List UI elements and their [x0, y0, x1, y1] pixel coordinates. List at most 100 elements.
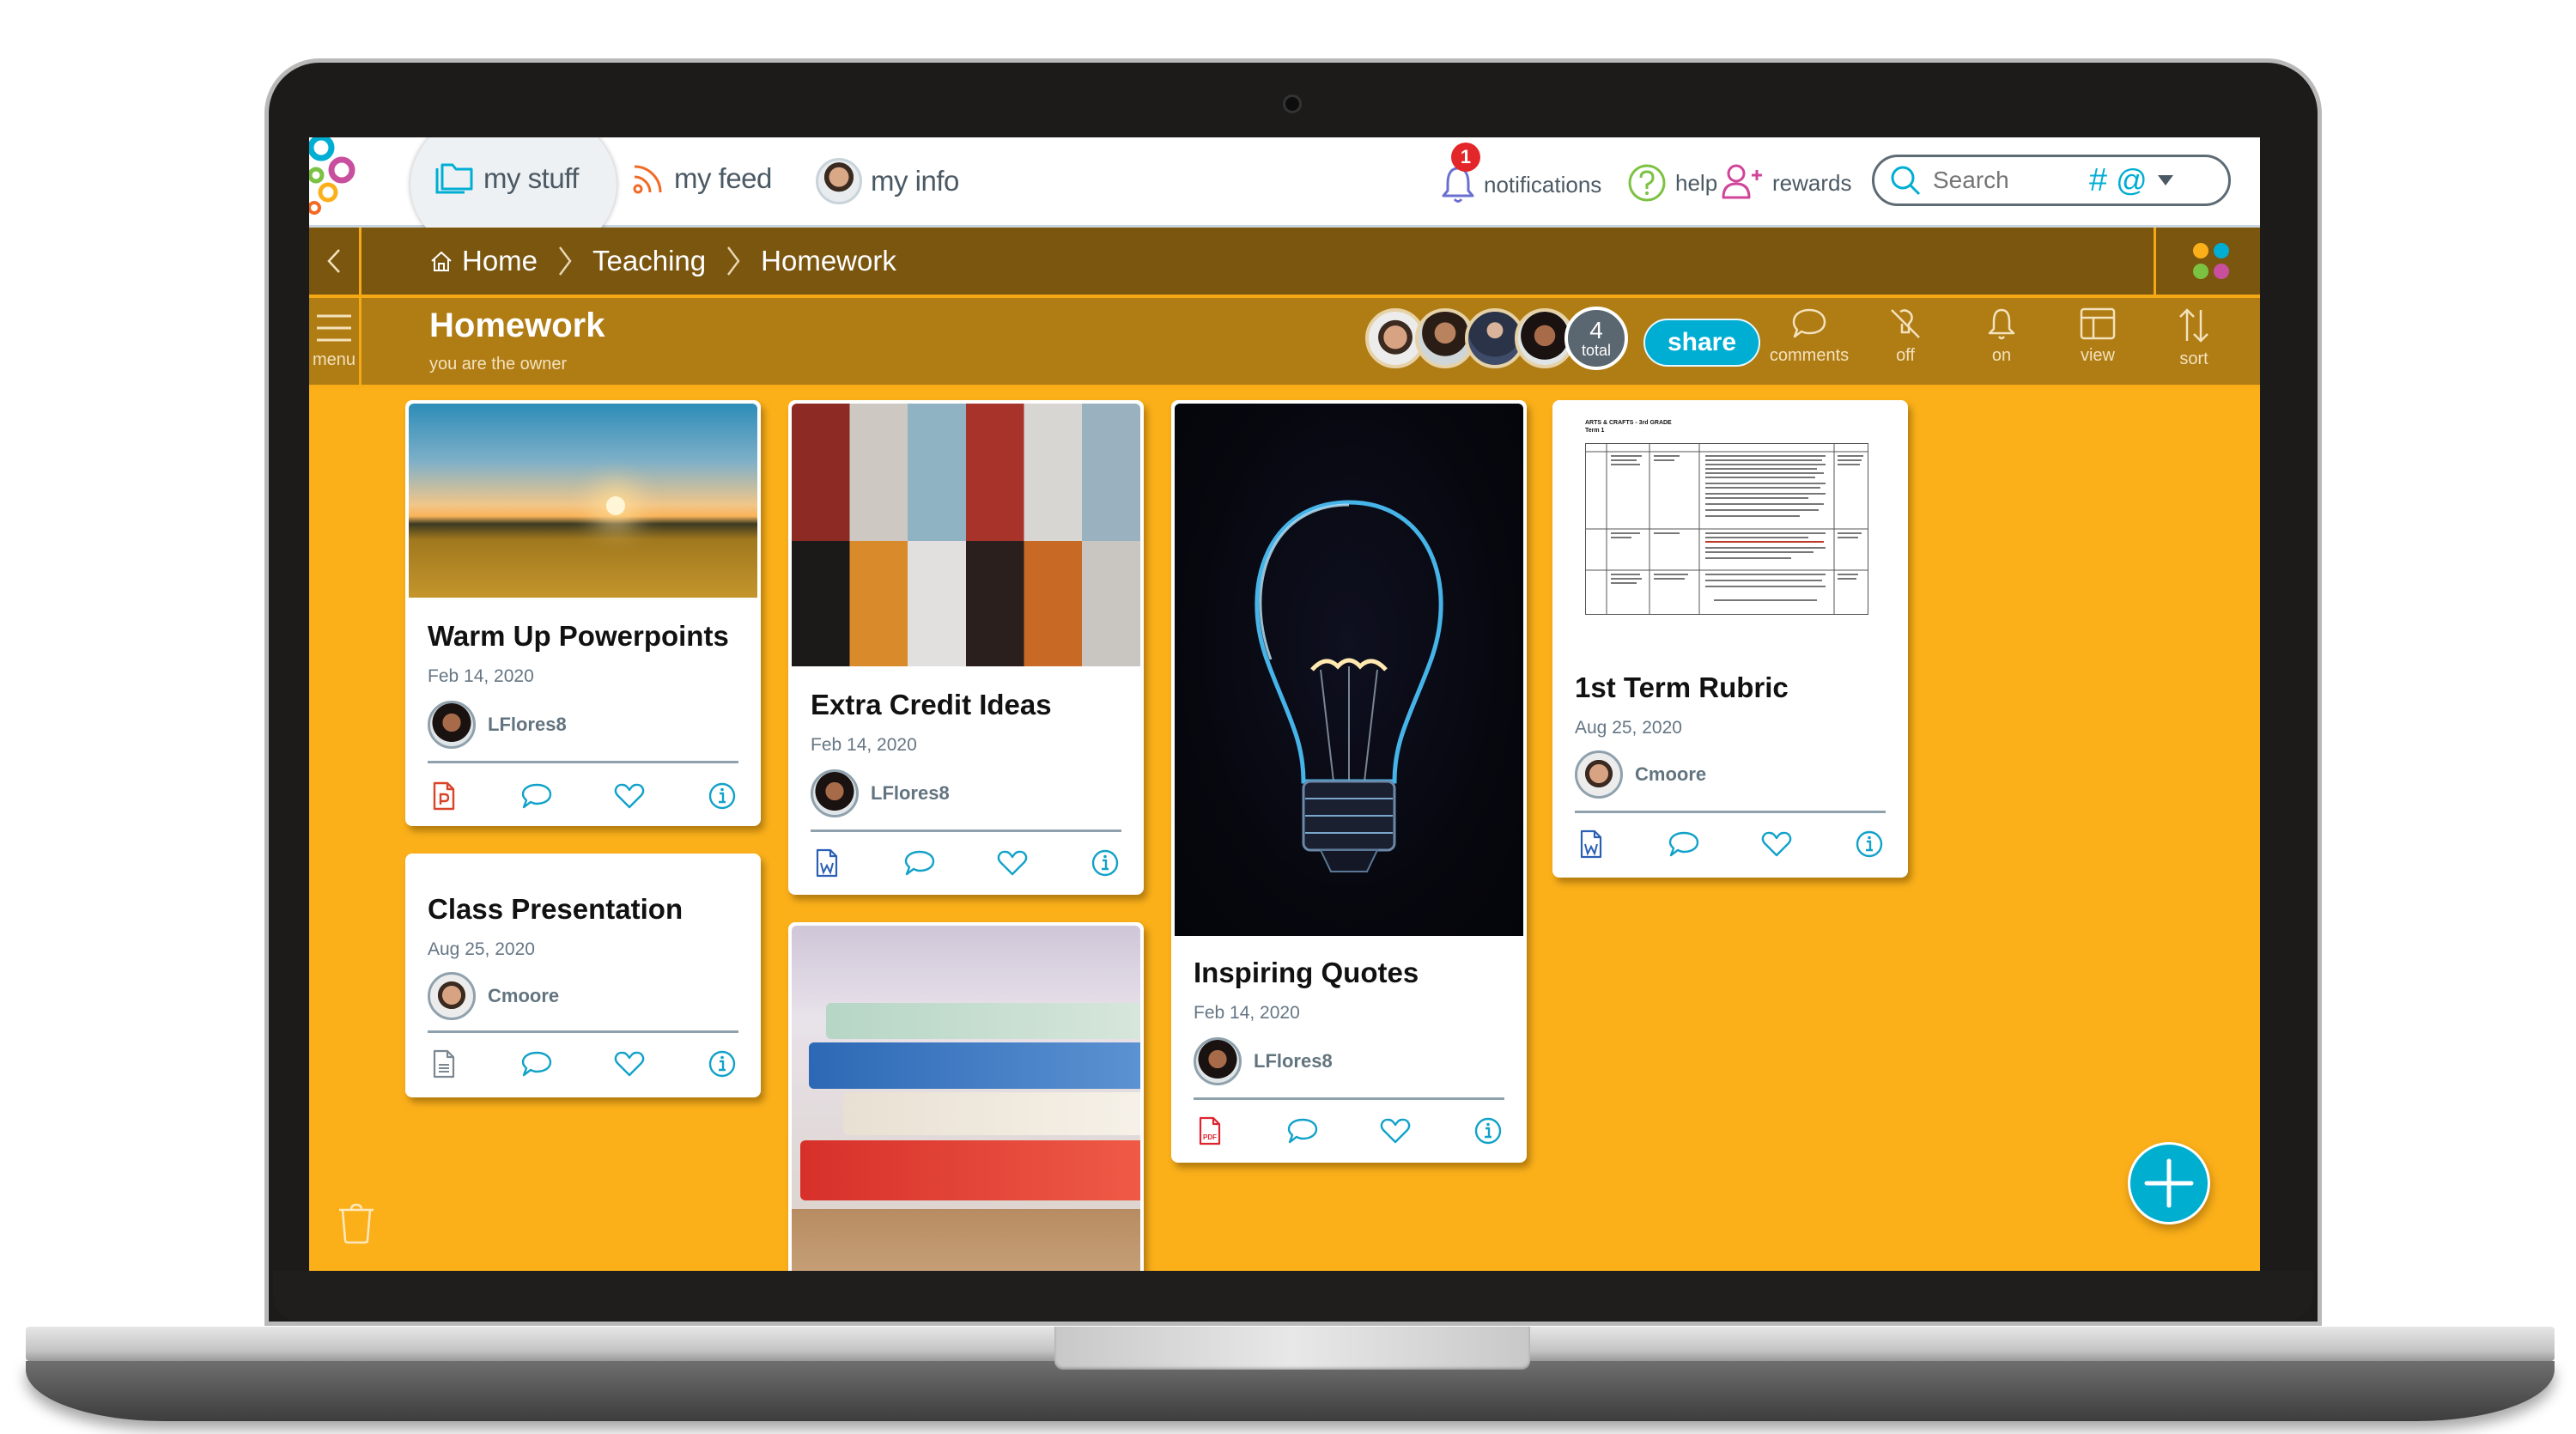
- post-card[interactable]: ARTS & CRAFTS - 3rd GRADE Term 1 1st Ter…: [1552, 400, 1908, 878]
- apps-grid-icon: [2193, 243, 2229, 279]
- sun: [606, 496, 625, 515]
- comment-icon[interactable]: [1668, 828, 1700, 860]
- svg-text:PDF: PDF: [1203, 1133, 1217, 1141]
- document-file-icon[interactable]: [428, 1048, 460, 1080]
- breadcrumb-homework: Homework: [761, 245, 896, 276]
- author-name: LFlores8: [488, 714, 567, 735]
- tab-my-feed[interactable]: my feed: [631, 161, 772, 196]
- info-icon[interactable]: [1472, 1115, 1504, 1147]
- heart-icon[interactable]: [1760, 828, 1793, 860]
- card-image-stacked-books: [792, 926, 1140, 1271]
- view-button[interactable]: view: [2059, 307, 2136, 380]
- members-count: 4: [1589, 317, 1603, 343]
- rubric-subheading: Term 1: [1585, 428, 1605, 434]
- board-header: menu Homework you are the owner 4 total …: [309, 298, 2260, 388]
- post-card[interactable]: [788, 922, 1144, 1271]
- mention-filter[interactable]: @: [2116, 162, 2148, 198]
- card-title[interactable]: 1st Term Rubric: [1575, 671, 1789, 704]
- post-card[interactable]: Inspiring Quotes Feb 14, 2020 LFlores8 P…: [1171, 400, 1527, 1163]
- help-button[interactable]: help: [1627, 163, 1717, 203]
- card-author[interactable]: LFlores8: [1194, 1037, 1333, 1085]
- heart-icon[interactable]: [1379, 1115, 1412, 1147]
- breadcrumb-teaching[interactable]: Teaching: [592, 245, 706, 277]
- laptop-base: [26, 1361, 2555, 1421]
- hashtag-filter[interactable]: #: [2089, 162, 2107, 199]
- app-screen: my stuff my feed my info notifications 1: [309, 137, 2260, 1271]
- card-title[interactable]: Class Presentation: [428, 893, 683, 926]
- chevron-down-icon[interactable]: [2156, 173, 2175, 187]
- comment-icon: [1792, 308, 1826, 338]
- author-name: LFlores8: [1254, 1050, 1333, 1072]
- breadcrumb-home-label: Home: [462, 245, 538, 276]
- card-title[interactable]: Inspiring Quotes: [1194, 957, 1419, 989]
- notifications-label: notifications: [1484, 171, 1602, 197]
- webcam: [1283, 94, 1302, 113]
- card-actions: [811, 847, 1121, 879]
- comments-toggle[interactable]: comments: [1769, 307, 1850, 380]
- tab-my-stuff[interactable]: my stuff: [434, 161, 579, 196]
- heart-icon[interactable]: [613, 1048, 646, 1080]
- card-actions: PDF: [1194, 1115, 1504, 1147]
- search-input[interactable]: [1931, 166, 2081, 195]
- app-logo[interactable]: [309, 137, 386, 228]
- add-user-icon: [1722, 164, 1762, 199]
- avatar: [816, 158, 862, 204]
- rewards-button[interactable]: rewards: [1721, 163, 1851, 203]
- add-post-button[interactable]: [2128, 1142, 2210, 1224]
- notifications-on-label: on: [1991, 346, 2012, 365]
- info-icon[interactable]: [706, 1048, 738, 1080]
- card-date: Feb 14, 2020: [1194, 1003, 1300, 1023]
- card-title[interactable]: Warm Up Powerpoints: [428, 620, 729, 653]
- menu-button[interactable]: menu: [309, 298, 361, 385]
- heart-icon[interactable]: [613, 780, 646, 812]
- comment-icon[interactable]: [903, 847, 936, 879]
- powerpoint-file-icon[interactable]: [428, 780, 460, 812]
- pdf-file-icon[interactable]: PDF: [1194, 1115, 1226, 1147]
- sort-button[interactable]: sort: [2155, 307, 2233, 380]
- info-icon[interactable]: [706, 780, 738, 812]
- card-author[interactable]: Cmoore: [428, 972, 559, 1020]
- avatar: [811, 769, 859, 817]
- laptop-chin: [273, 1271, 2313, 1321]
- search-box[interactable]: # @: [1872, 155, 2231, 206]
- sort-label: sort: [2179, 349, 2208, 368]
- apps-button[interactable]: [2154, 228, 2260, 295]
- tab-my-info[interactable]: my info: [816, 158, 959, 204]
- home-icon: [431, 251, 452, 271]
- avatar: [428, 972, 476, 1020]
- tab-my-feed-label: my feed: [674, 162, 772, 194]
- card-author[interactable]: LFlores8: [811, 769, 950, 817]
- rss-icon: [633, 165, 662, 194]
- breadcrumb-home[interactable]: Home: [429, 245, 538, 277]
- post-card[interactable]: Class Presentation Aug 25, 2020 Cmoore: [405, 854, 761, 1097]
- word-file-icon[interactable]: [811, 847, 843, 879]
- trash-icon[interactable]: [335, 1202, 378, 1245]
- author-name: LFlores8: [871, 782, 950, 804]
- heart-icon[interactable]: [996, 847, 1029, 879]
- card-author[interactable]: Cmoore: [1575, 750, 1706, 799]
- rubric-heading: ARTS & CRAFTS - 3rd GRADE: [1585, 420, 1672, 426]
- info-icon[interactable]: [1089, 847, 1121, 879]
- word-file-icon[interactable]: [1575, 828, 1607, 860]
- member-avatars[interactable]: 4 total: [1365, 307, 1628, 377]
- avatar: [1575, 750, 1623, 799]
- share-button[interactable]: share: [1643, 319, 1760, 367]
- info-icon[interactable]: [1853, 828, 1886, 860]
- comment-icon[interactable]: [1286, 1115, 1319, 1147]
- divider: [811, 829, 1121, 832]
- comments-label: comments: [1769, 346, 1850, 365]
- pin-off-toggle[interactable]: off: [1867, 307, 1944, 380]
- chevron-right-icon: [727, 246, 740, 276]
- notifications-toggle[interactable]: on: [1963, 307, 2040, 380]
- post-card[interactable]: Warm Up Powerpoints Feb 14, 2020 LFlores…: [405, 400, 761, 826]
- comment-icon[interactable]: [520, 780, 553, 812]
- card-author[interactable]: LFlores8: [428, 701, 567, 749]
- comment-icon[interactable]: [520, 1048, 553, 1080]
- card-title[interactable]: Extra Credit Ideas: [811, 689, 1052, 721]
- rewards-label: rewards: [1772, 169, 1852, 196]
- card-image-light-bulb: [1175, 404, 1523, 936]
- back-button[interactable]: [309, 228, 361, 295]
- card-actions: [428, 1048, 738, 1080]
- post-card[interactable]: Extra Credit Ideas Feb 14, 2020 LFlores8: [788, 400, 1144, 895]
- members-total-badge[interactable]: 4 total: [1564, 307, 1628, 370]
